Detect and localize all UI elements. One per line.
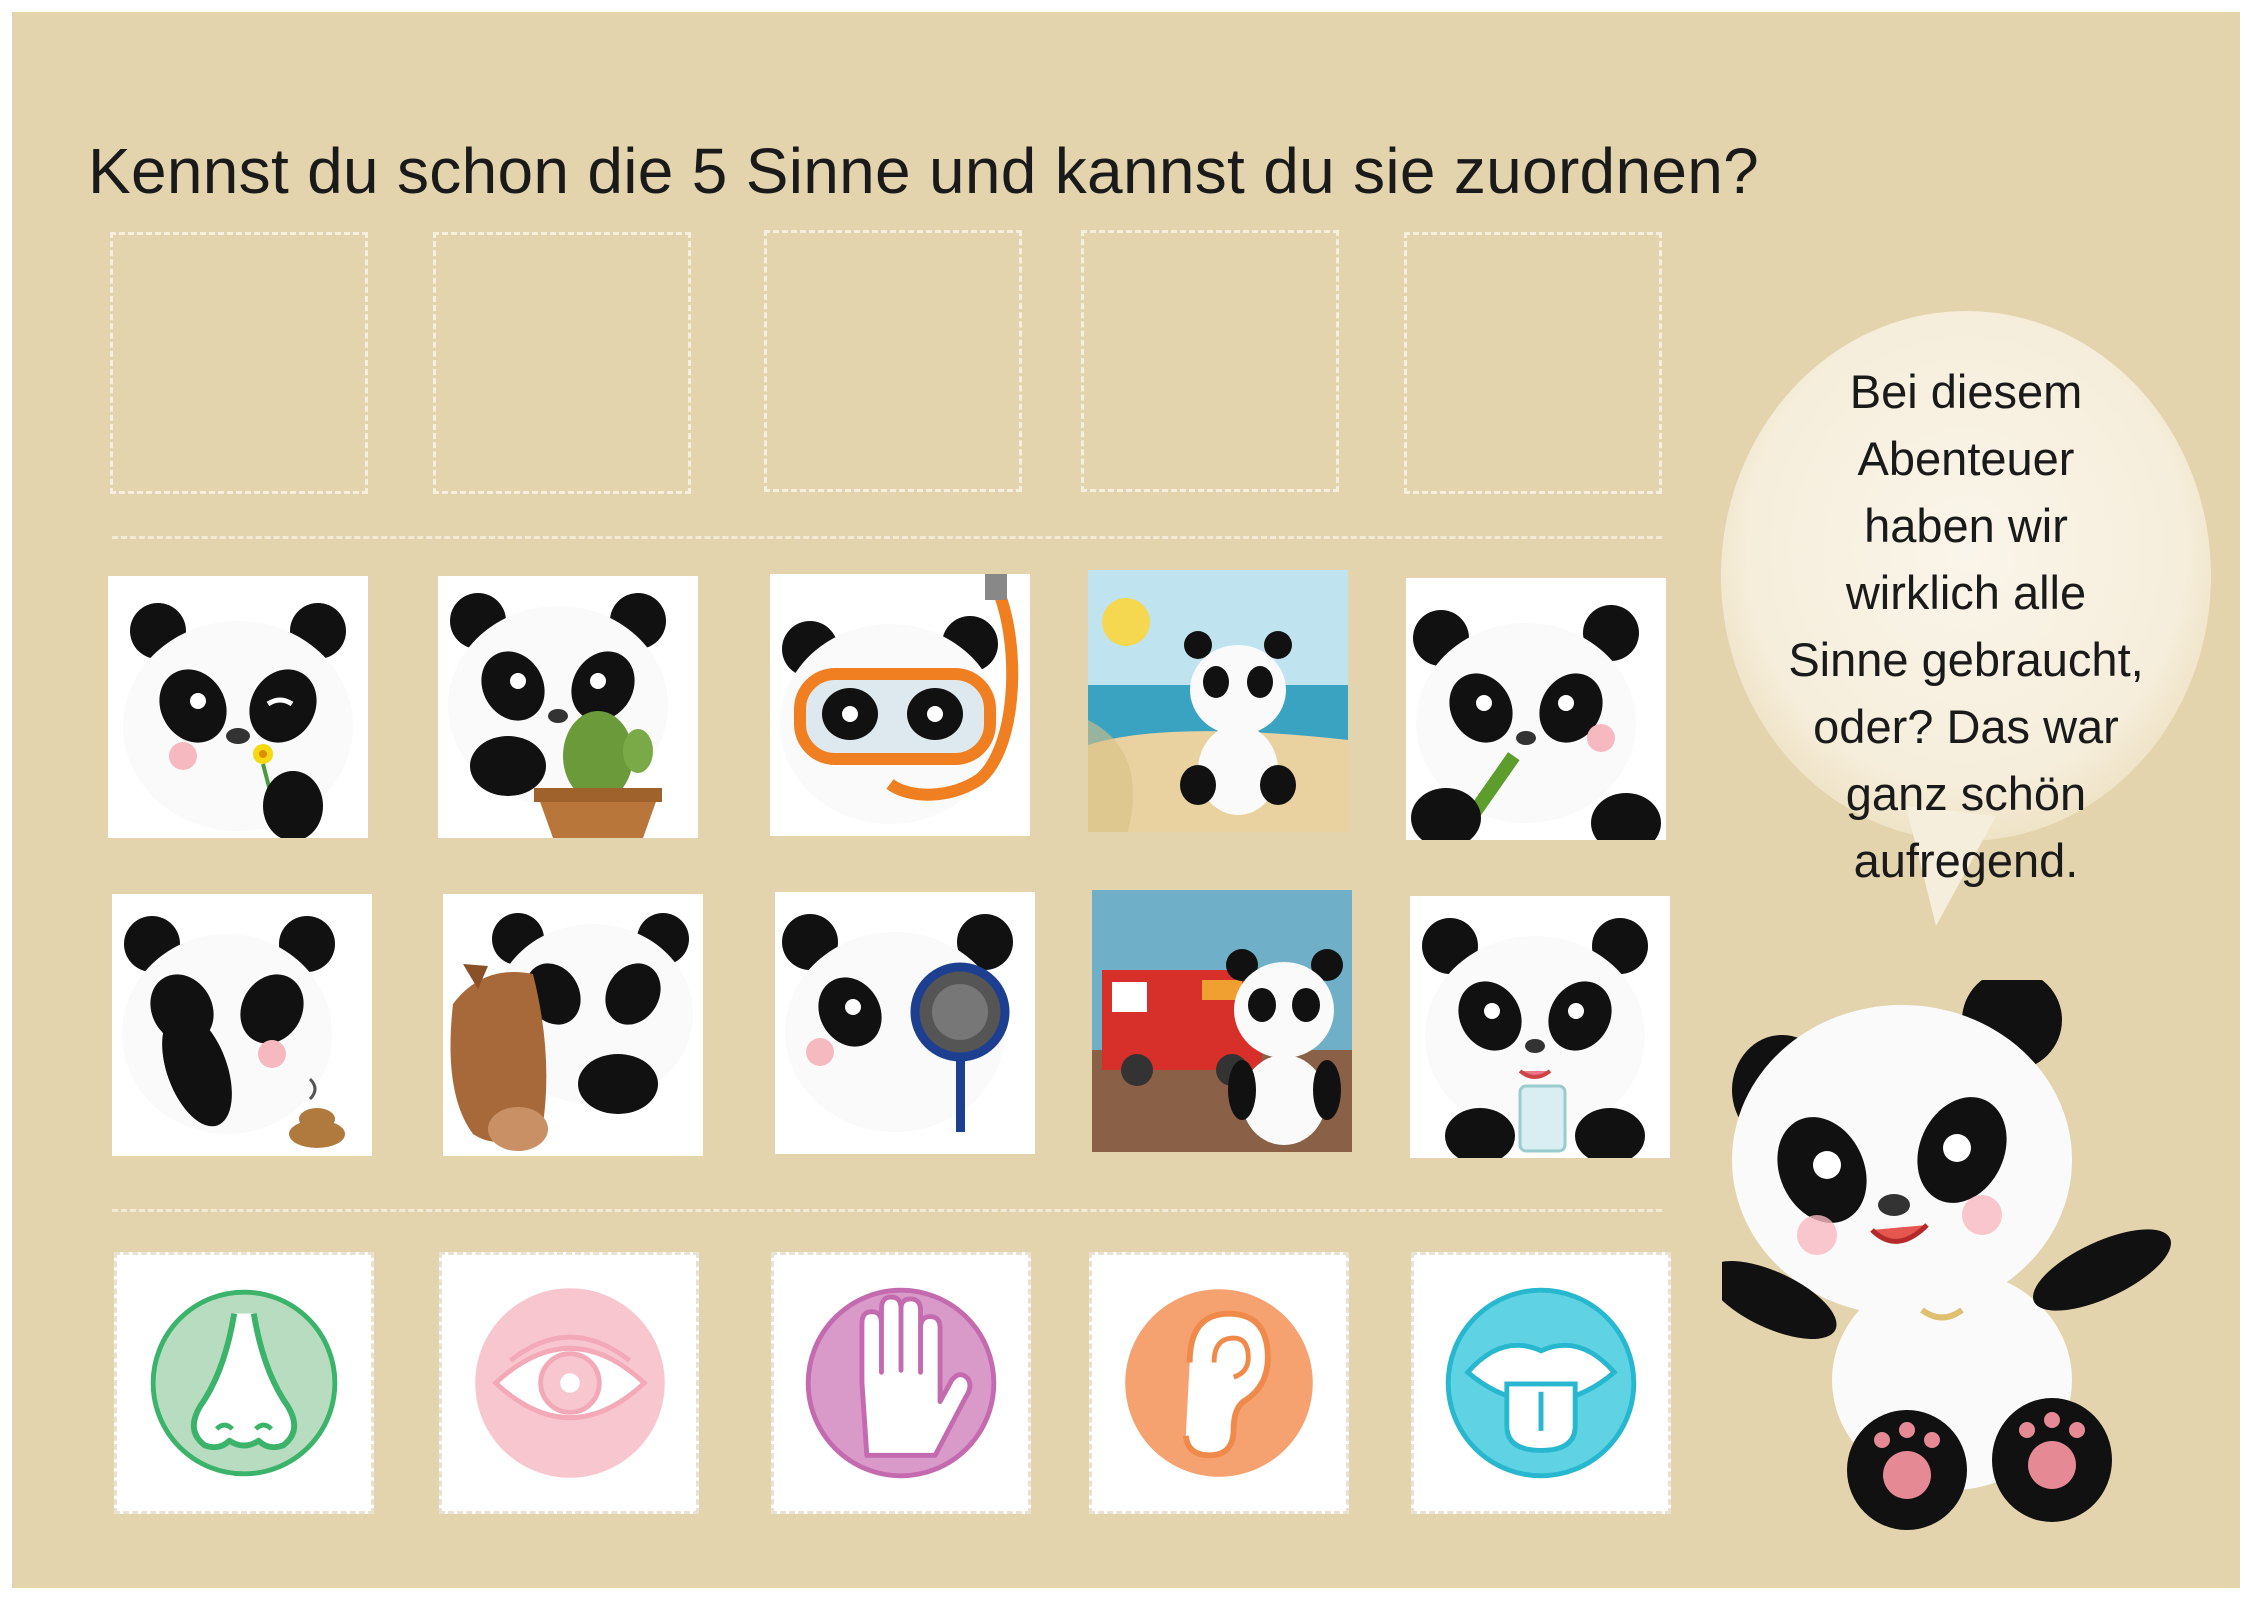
panda-mascot-icon bbox=[1707, 970, 2171, 1530]
speech-bubble: Bei diesem Abenteuer haben wir wirklich … bbox=[1706, 306, 2226, 926]
scene-card-fire-truck[interactable] bbox=[1092, 890, 1352, 1152]
bubble-line: Bei diesem bbox=[1849, 365, 2083, 418]
scene-card-smell-flower[interactable] bbox=[108, 576, 368, 838]
bubble-line: wirklich alle bbox=[1845, 566, 2087, 619]
nose-icon bbox=[150, 1289, 338, 1477]
scene-card-smell-poop[interactable] bbox=[112, 894, 372, 1156]
bubble-line: Sinne gebraucht, bbox=[1788, 633, 2144, 686]
scene-card-beach[interactable] bbox=[1088, 570, 1348, 832]
bubble-line: Abenteuer bbox=[1857, 432, 2075, 485]
scene-card-horse[interactable] bbox=[443, 894, 703, 1156]
eye-icon bbox=[475, 1288, 665, 1478]
sense-card-taste[interactable] bbox=[1411, 1252, 1671, 1514]
speech-bubble-text: Bei diesem Abenteuer haben wir wirklich … bbox=[1746, 358, 2186, 894]
panda-eating-bamboo-icon bbox=[1411, 605, 1661, 840]
sense-card-hearing[interactable] bbox=[1089, 1252, 1349, 1514]
tongue-mouth-icon bbox=[1445, 1287, 1637, 1479]
answer-slot-4[interactable] bbox=[1081, 230, 1339, 492]
answer-slot-5[interactable] bbox=[1404, 232, 1662, 494]
cut-line-bottom bbox=[112, 1209, 1662, 1212]
scene-card-touch-cactus[interactable] bbox=[438, 576, 698, 838]
answer-slot-3[interactable] bbox=[764, 230, 1022, 492]
panda-drinking-water-icon bbox=[1422, 918, 1648, 1158]
cut-line-top bbox=[112, 536, 1662, 539]
hand-icon bbox=[805, 1287, 997, 1479]
panda-holding-nose-icon bbox=[122, 916, 345, 1148]
panda-touching-cactus-icon bbox=[448, 593, 668, 838]
answer-slot-2[interactable] bbox=[433, 232, 691, 494]
panda-petting-horse-icon bbox=[450, 913, 693, 1151]
panda-mascot bbox=[1707, 970, 2192, 1540]
sense-card-sight[interactable] bbox=[439, 1252, 699, 1514]
sense-card-touch[interactable] bbox=[771, 1252, 1031, 1514]
sense-card-smell[interactable] bbox=[114, 1252, 374, 1514]
panda-fire-truck-icon bbox=[1092, 890, 1352, 1152]
bubble-line: oder? Das war bbox=[1813, 700, 2119, 753]
scene-card-drinking[interactable] bbox=[1410, 896, 1670, 1158]
panda-smelling-flower-icon bbox=[123, 603, 353, 838]
scene-card-snorkel[interactable] bbox=[770, 574, 1030, 836]
panda-on-beach-icon bbox=[1088, 570, 1348, 832]
panda-snorkel-mask-icon bbox=[780, 574, 1019, 824]
ear-icon bbox=[1125, 1289, 1313, 1477]
bubble-line: ganz schön bbox=[1845, 767, 2087, 820]
scene-card-magnifier[interactable] bbox=[775, 892, 1035, 1154]
page-title: Kennst du schon die 5 Sinne und kannst d… bbox=[88, 135, 1760, 207]
bubble-line: aufregend. bbox=[1853, 834, 2079, 887]
bubble-line: haben wir bbox=[1864, 499, 2068, 552]
answer-slot-1[interactable] bbox=[110, 232, 368, 494]
panda-magnifying-glass-icon bbox=[782, 914, 1013, 1132]
scene-card-bamboo[interactable] bbox=[1406, 578, 1666, 840]
